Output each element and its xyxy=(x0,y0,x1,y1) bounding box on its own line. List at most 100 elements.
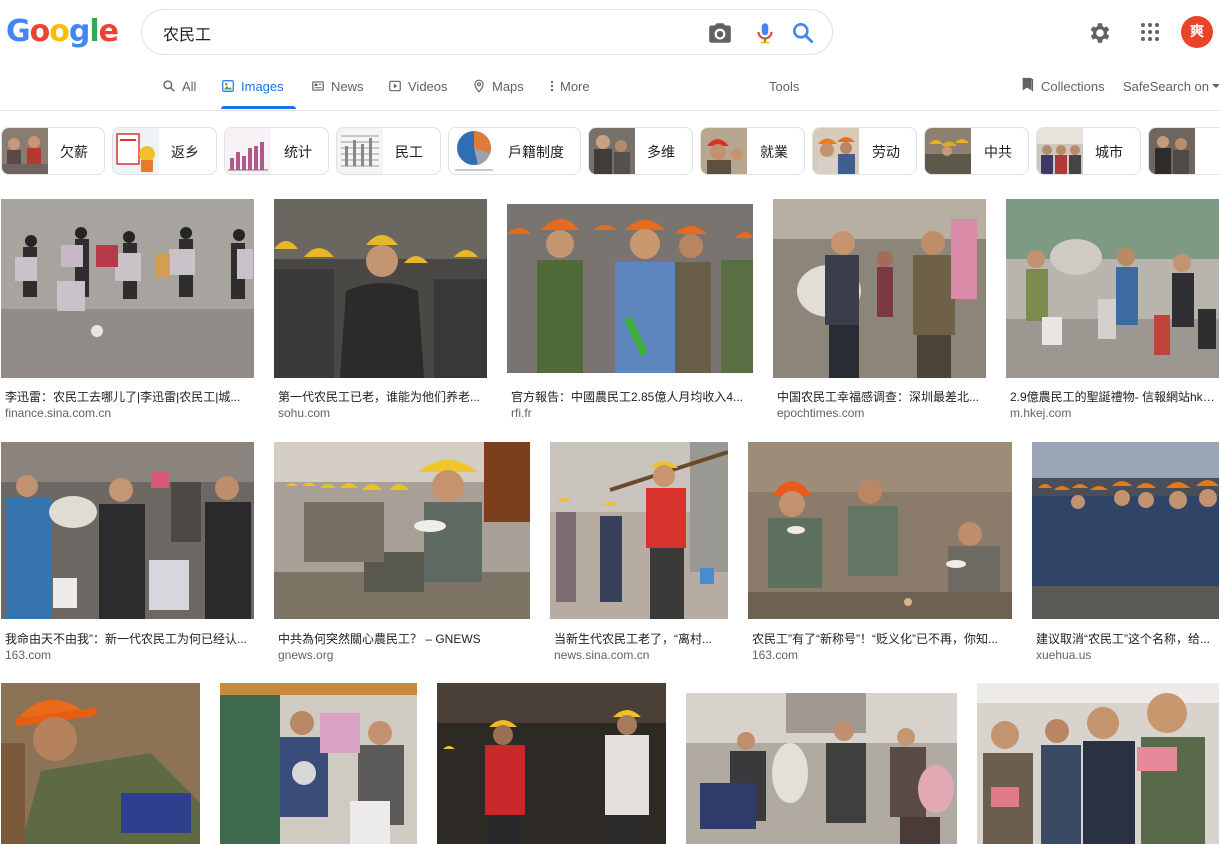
tab-more-label: More xyxy=(560,79,590,94)
result-title[interactable]: 第一代农民工已老，谁能为他们养老... xyxy=(278,388,483,405)
tab-videos-label: Videos xyxy=(408,79,448,94)
tools-button[interactable]: Tools xyxy=(769,70,799,110)
image-result-14[interactable] xyxy=(686,693,957,844)
chip-7[interactable]: 劳动 xyxy=(812,127,917,175)
result-source[interactable]: 163.com xyxy=(5,648,51,662)
chip-6[interactable]: 就業 xyxy=(700,127,805,175)
chip-9[interactable]: 城市 xyxy=(1036,127,1141,175)
image-result-4[interactable]: 中国农民工幸福感调查：深圳最差北... epochtimes.com xyxy=(773,199,986,421)
result-source[interactable]: news.sina.com.cn xyxy=(554,648,649,662)
result-source[interactable]: rfi.fr xyxy=(511,406,532,420)
tab-videos[interactable]: Videos xyxy=(388,70,448,110)
result-title[interactable]: 农民工”有了“新称号”！“贬义化”已不再，你知... xyxy=(752,630,1010,647)
image-result-8[interactable]: 当新生代农民工老了，“离村... news.sina.com.cn xyxy=(550,442,728,664)
result-title[interactable]: 官方報告：中國農民工2.85億人月均收入4... xyxy=(511,388,751,405)
result-source[interactable]: m.hkej.com xyxy=(1010,406,1071,420)
tab-images[interactable]: Images xyxy=(221,70,296,110)
chip-label: 城市 xyxy=(1095,144,1123,160)
map-pin-icon xyxy=(474,79,484,93)
gear-icon[interactable] xyxy=(1087,20,1113,46)
tab-more[interactable]: More xyxy=(548,70,590,110)
tab-images-label: Images xyxy=(241,79,284,94)
tab-news[interactable]: News xyxy=(311,70,364,110)
result-thumbnail xyxy=(507,204,753,373)
play-icon xyxy=(389,80,401,92)
image-icon xyxy=(222,80,234,92)
chip-4[interactable]: 戶籍制度 xyxy=(448,127,581,175)
result-title[interactable]: 中国农民工幸福感调查：深圳最差北... xyxy=(777,388,982,405)
image-result-10[interactable]: 建议取消“农民工”这个名称，给... xuehua.us xyxy=(1032,442,1219,664)
collections-button[interactable]: Collections xyxy=(1021,70,1105,110)
image-result-6[interactable]: 我命由天不由我”：新一代农民工为何已经认... 163.com xyxy=(1,442,254,664)
chip-thumbnail xyxy=(1149,128,1195,174)
logo-letter-4: g xyxy=(68,14,91,49)
search-tabs: All Images News Videos Maps More Tools C… xyxy=(0,70,1219,110)
result-source[interactable]: gnews.org xyxy=(278,648,333,662)
image-result-15[interactable] xyxy=(977,683,1219,844)
chip-5[interactable]: 多维 xyxy=(588,127,693,175)
result-thumbnail xyxy=(1,683,200,844)
image-result-5[interactable]: 2.9億農民工的聖誕禮物- 信報網站hke... m.hkej.com xyxy=(1006,199,1219,421)
image-result-3[interactable]: 官方報告：中國農民工2.85億人月均收入4... rfi.fr xyxy=(507,204,753,421)
chip-thumbnail xyxy=(449,128,499,174)
result-title[interactable]: 我命由天不由我”：新一代农民工为何已经认... xyxy=(5,630,254,647)
apps-grid-icon[interactable] xyxy=(1138,20,1162,44)
result-thumbnail xyxy=(686,693,957,844)
collections-label: Collections xyxy=(1041,79,1105,94)
search-box[interactable] xyxy=(141,9,833,55)
result-thumbnail xyxy=(773,199,986,378)
result-title[interactable]: 当新生代农民工老了，“离村... xyxy=(554,630,728,647)
image-result-2[interactable]: 第一代农民工已老，谁能为他们养老... sohu.com xyxy=(274,199,487,421)
image-result-9[interactable]: 农民工”有了“新称号”！“贬义化”已不再，你知... 163.com xyxy=(748,442,1012,664)
chip-thumbnail xyxy=(701,128,747,174)
chip-label: 民工 xyxy=(395,144,423,160)
logo-letter-2: o xyxy=(29,14,51,49)
chip-label: 戶籍制度 xyxy=(508,144,564,160)
chip-1[interactable]: 返乡 xyxy=(112,127,217,175)
tabs-divider xyxy=(0,110,1219,111)
safesearch-dropdown[interactable]: SafeSearch on xyxy=(1123,70,1219,110)
result-thumbnail xyxy=(220,683,417,844)
chip-0[interactable]: 欠薪 xyxy=(1,127,105,175)
chip-2[interactable]: 统计 xyxy=(224,127,329,175)
result-title[interactable]: 中共為何突然關心農民工？ – GNEWS xyxy=(278,630,528,647)
chip-thumbnail xyxy=(113,128,159,174)
chip-3[interactable]: 民工 xyxy=(336,127,441,175)
result-title[interactable]: 李迅雷：农民工去哪儿了|李迅雷|农民工|城... xyxy=(5,388,250,405)
tab-maps[interactable]: Maps xyxy=(472,70,524,110)
result-source[interactable]: finance.sina.com.cn xyxy=(5,406,111,420)
image-result-7[interactable]: 中共為何突然關心農民工？ – GNEWS gnews.org xyxy=(274,442,530,664)
search-icon[interactable] xyxy=(790,20,816,46)
logo-letter-6: e xyxy=(98,14,119,49)
chip-label: 欠薪 xyxy=(60,144,88,160)
microphone-icon[interactable] xyxy=(752,20,778,46)
result-title[interactable]: 2.9億農民工的聖誕禮物- 信報網站hke... xyxy=(1010,388,1219,405)
image-result-12[interactable] xyxy=(220,683,417,844)
result-title[interactable]: 建议取消“农民工”这个名称，给... xyxy=(1036,630,1219,647)
chip-thumbnail xyxy=(813,128,859,174)
result-source[interactable]: sohu.com xyxy=(278,406,330,420)
chip-label: 就業 xyxy=(760,144,788,160)
result-source[interactable]: epochtimes.com xyxy=(777,406,864,420)
result-thumbnail xyxy=(977,683,1219,844)
chip-8[interactable]: 中共 xyxy=(924,127,1029,175)
search-input[interactable] xyxy=(163,22,683,44)
google-logo[interactable]: Google xyxy=(6,14,119,49)
image-result-11[interactable] xyxy=(1,683,200,844)
tools-label: Tools xyxy=(769,79,800,94)
tab-all[interactable]: All xyxy=(162,70,196,110)
bookmark-icon xyxy=(1022,77,1034,92)
image-result-1[interactable]: 李迅雷：农民工去哪儿了|李迅雷|农民工|城... finance.sina.co… xyxy=(1,199,254,421)
result-source[interactable]: xuehua.us xyxy=(1036,648,1091,662)
chip-10[interactable] xyxy=(1148,127,1219,175)
camera-icon[interactable] xyxy=(707,20,733,46)
news-icon xyxy=(312,81,324,91)
chip-label: 返乡 xyxy=(171,144,199,160)
image-result-13[interactable] xyxy=(437,683,666,844)
result-source[interactable]: 163.com xyxy=(752,648,798,662)
chip-thumbnail xyxy=(1037,128,1083,174)
result-thumbnail xyxy=(748,442,1012,619)
chip-label: 劳动 xyxy=(872,144,900,160)
chip-label: 统计 xyxy=(284,144,312,160)
account-avatar[interactable]: 爽 xyxy=(1181,16,1213,48)
